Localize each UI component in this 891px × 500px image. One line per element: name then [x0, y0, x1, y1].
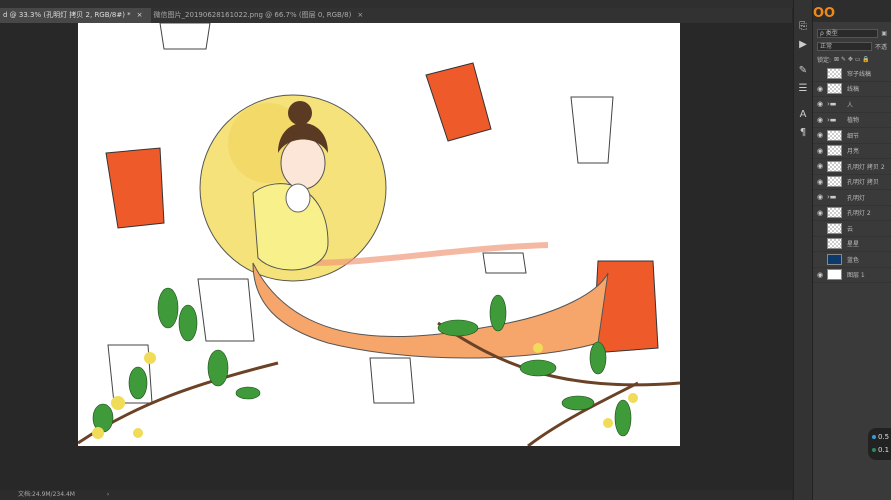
visibility-eye-icon[interactable]: ◉ — [813, 193, 827, 201]
layer-row[interactable]: 帘子线稿 — [813, 66, 891, 82]
value-2: 0.1 — [878, 446, 890, 454]
blend-mode-select[interactable]: 正常 — [817, 42, 872, 51]
layer-row[interactable]: ◉ 线稿 — [813, 82, 891, 97]
layer-name: 孔明灯 拷贝 2 — [847, 163, 885, 171]
top-strip — [0, 0, 891, 8]
layer-name: 孔明灯 2 — [847, 210, 871, 218]
layer-row[interactable]: ◉ 月亮 — [813, 144, 891, 159]
close-icon[interactable]: × — [357, 11, 363, 19]
brush-icon[interactable]: ✎ — [794, 62, 812, 80]
layer-name: 蓝色 — [847, 256, 860, 264]
lock-icon[interactable]: ⊠ ✎ ✥ ▭ 🔒 — [834, 56, 870, 63]
flowers — [92, 343, 638, 439]
layer-thumbnail — [827, 253, 842, 265]
layer-row[interactable]: ◉ ›▬ 孔明灯 — [813, 190, 891, 206]
status-menu-arrow[interactable]: › — [107, 491, 109, 498]
layer-name: 孔明灯 — [847, 194, 866, 202]
document-tabs: d @ 33.3% (孔明灯 拷贝 2, RGB/8#) * × 微信图片_201… — [0, 8, 792, 23]
layer-row[interactable]: ◉ ›▬ 植物 — [813, 113, 891, 128]
layer-name: 人 — [847, 101, 854, 109]
layer-row[interactable]: ◉ 图层 1 — [813, 268, 891, 283]
lock-label: 锁定: — [817, 57, 832, 64]
image-filter-icon[interactable]: ▣ — [881, 30, 887, 37]
layer-thumbnail — [827, 160, 842, 172]
tab-document-1[interactable]: d @ 33.3% (孔明灯 拷贝 2, RGB/8#) * × — [0, 8, 151, 23]
illustration — [78, 23, 680, 446]
filter-select[interactable]: ρ 类型 — [817, 29, 879, 38]
layer-row[interactable]: 云 — [813, 221, 891, 237]
layers-panel: OO ρ 类型 ▣ 正常 不透 锁定: ⊠ ✎ ✥ ▭ 🔒 帘子线稿 ◉ 线稿 ◉ ›▬ 人 ◉ ›… — [812, 0, 891, 500]
face — [280, 136, 326, 190]
layer-thumbnail — [827, 176, 842, 188]
layer-name: 图层 1 — [847, 272, 865, 280]
layers-list: 帘子线稿 ◉ 线稿 ◉ ›▬ 人 ◉ ›▬ 植物 ◉ 细节 ◉ 月亮 ◉ 孔明灯 拷贝 2 ◉ 孔明灯 拷贝 ◉ ›… — [813, 66, 891, 283]
history-icon[interactable]: ⎘ — [794, 18, 812, 36]
layer-row[interactable]: ◉ 孔明灯 拷贝 — [813, 175, 891, 190]
layer-name: 云 — [847, 225, 854, 233]
folder-icon: ›▬ — [827, 100, 837, 109]
layer-thumbnail — [827, 222, 842, 234]
layer-name: 孔明灯 拷贝 — [847, 179, 879, 187]
layer-thumbnail — [827, 207, 842, 219]
paragraph-icon[interactable]: ¶ — [794, 124, 812, 142]
layer-row[interactable]: ◉ 细节 — [813, 128, 891, 144]
value-1: 0.5 — [878, 433, 890, 441]
leaves — [92, 287, 632, 437]
layer-name: 细节 — [847, 132, 860, 140]
layer-thumbnail — [827, 269, 842, 281]
layer-name: 帘子线稿 — [847, 70, 872, 78]
layer-name: 植物 — [847, 117, 860, 125]
visibility-eye-icon[interactable]: ◉ — [813, 147, 827, 155]
layer-row[interactable]: 星星 — [813, 237, 891, 252]
layer-thumbnail — [827, 129, 842, 141]
layer-name: 线稿 — [847, 86, 860, 94]
status-bar: 文档:24.9M/234.4M › — [0, 490, 792, 500]
visibility-eye-icon[interactable]: ◉ — [813, 162, 827, 170]
opacity-label: 不透 — [874, 44, 887, 51]
visibility-eye-icon[interactable]: ◉ — [813, 271, 827, 279]
folder-icon: ›▬ — [827, 115, 837, 124]
document-size: 文档:24.9M/234.4M — [18, 491, 75, 498]
document-canvas[interactable] — [78, 23, 680, 446]
visibility-eye-icon[interactable]: ◉ — [813, 116, 827, 124]
layer-name: 月亮 — [847, 148, 860, 156]
tab-document-2[interactable]: 微信图片_20190628161022.png @ 66.7% (图层 0, R… — [151, 8, 372, 23]
character-icon[interactable]: A — [794, 106, 812, 124]
logo: OO — [813, 6, 836, 21]
visibility-eye-icon[interactable]: ◉ — [813, 100, 827, 108]
mini-widget: 0.5 0.1 — [868, 428, 891, 460]
visibility-eye-icon[interactable]: ◉ — [813, 131, 827, 139]
tab-label: d @ 33.3% (孔明灯 拷贝 2, RGB/8#) * — [3, 11, 131, 19]
layer-thumbnail — [827, 145, 842, 157]
layer-row[interactable]: 蓝色 — [813, 252, 891, 268]
layer-row[interactable]: ◉ ›▬ 人 — [813, 97, 891, 113]
panel-toolbar: ⎘ ▶ ✎ ☰ A ¶ — [793, 0, 812, 500]
visibility-eye-icon[interactable]: ◉ — [813, 178, 827, 186]
close-icon[interactable]: × — [137, 11, 143, 19]
layer-thumbnail — [827, 83, 842, 95]
adjust-icon[interactable]: ☰ — [794, 80, 812, 98]
folder-icon: ›▬ — [827, 193, 837, 202]
layer-row[interactable]: ◉ 孔明灯 2 — [813, 206, 891, 221]
rabbit — [285, 183, 311, 213]
layer-thumbnail — [827, 67, 842, 79]
layer-name: 星星 — [847, 241, 860, 249]
tab-label: 微信图片_20190628161022.png @ 66.7% (图层 0, R… — [153, 11, 352, 19]
play-icon[interactable]: ▶ — [794, 36, 812, 54]
layer-row[interactable]: ◉ 孔明灯 拷贝 2 — [813, 159, 891, 175]
visibility-eye-icon[interactable]: ◉ — [813, 85, 827, 93]
layer-thumbnail — [827, 238, 842, 250]
visibility-eye-icon[interactable]: ◉ — [813, 209, 827, 217]
